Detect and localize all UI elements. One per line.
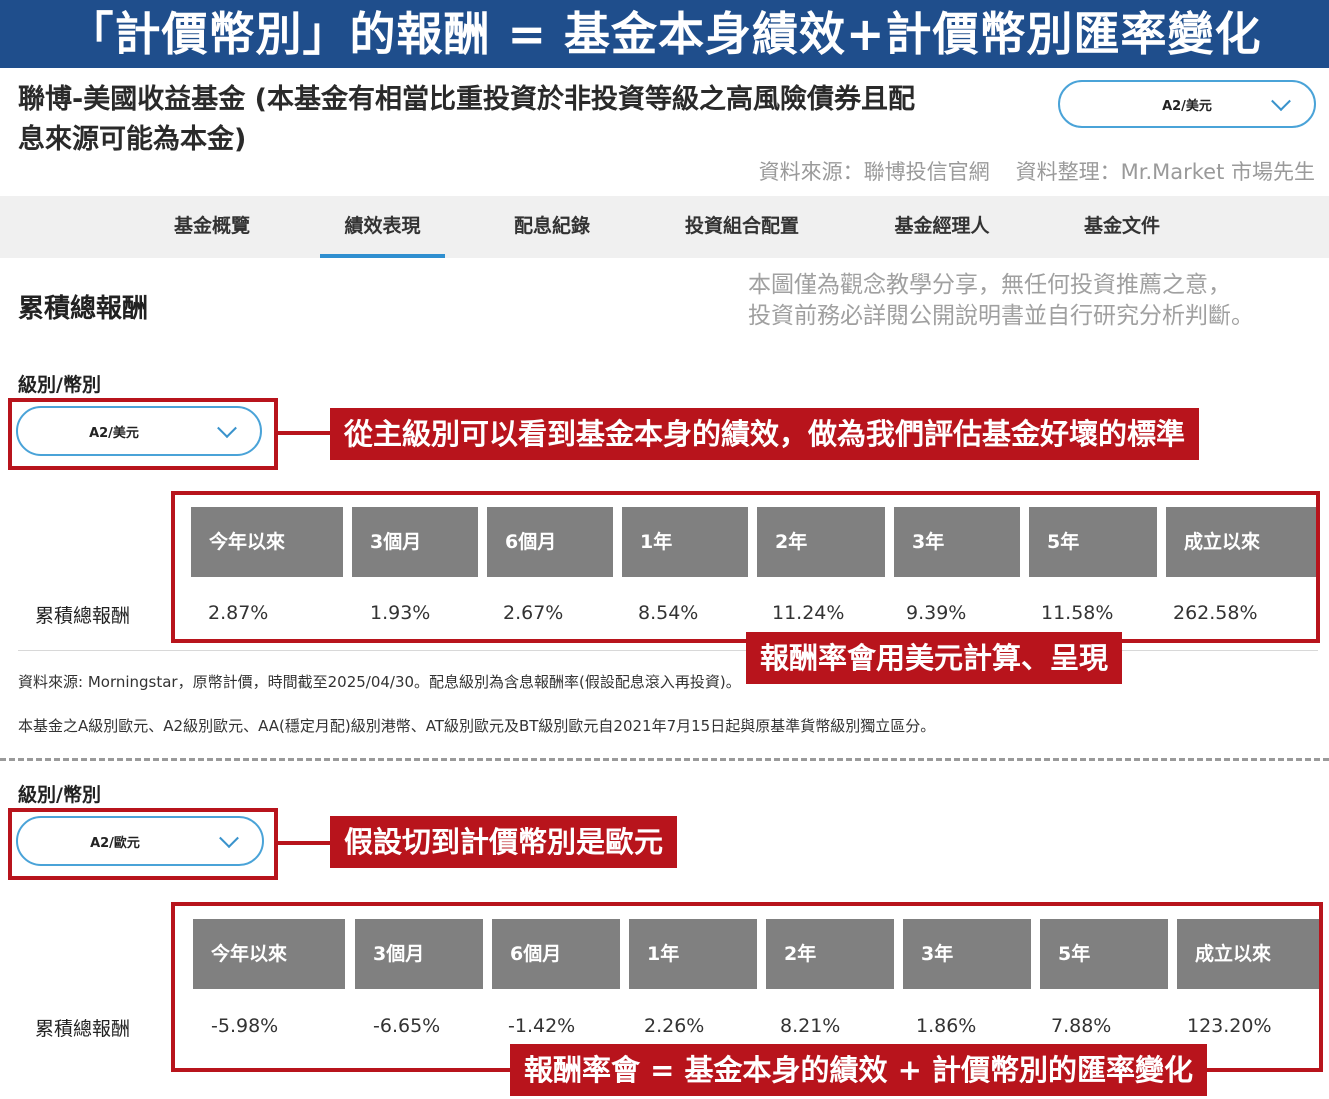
- tab-performance[interactable]: 績效表現: [320, 196, 445, 258]
- class-select-1[interactable]: A2/美元: [16, 406, 262, 456]
- header-2y: 2年: [757, 507, 885, 577]
- section-title: 累積總報酬: [18, 294, 149, 324]
- class-select-1-value: A2/美元: [89, 425, 139, 441]
- value-2y: 11.24%: [772, 602, 845, 624]
- value-5y: 7.88%: [1051, 1015, 1112, 1037]
- source-right: 資料整理：Mr.Market 市場先生: [1015, 160, 1315, 184]
- class-select-2[interactable]: A2/歐元: [16, 816, 264, 866]
- value-1y: 2.26%: [644, 1015, 705, 1037]
- class-select-2-value: A2/歐元: [90, 835, 140, 851]
- row-label-1: 累積總報酬: [35, 605, 131, 627]
- class-label-2: 級別/幣別: [18, 784, 101, 806]
- disclaimer-line2: 投資前務必詳閱公開說明書並自行研究分析判斷。: [748, 303, 1254, 329]
- header-3m: 3個月: [352, 507, 478, 577]
- header-6m: 6個月: [492, 919, 620, 989]
- header-1y: 1年: [629, 919, 757, 989]
- top-class-select[interactable]: A2/美元: [1058, 80, 1316, 128]
- value-3y: 9.39%: [906, 602, 967, 624]
- dashed-separator: [0, 758, 1329, 761]
- class-label-1: 級別/幣別: [18, 374, 101, 396]
- note-source: 資料來源: Morningstar，原幣計價，時間截至2025/04/30。配息…: [18, 673, 741, 691]
- banner-title: 「計價幣別」的報酬 = 基金本身績效+計價幣別匯率變化: [0, 0, 1329, 68]
- top-class-select-value: A2/美元: [1162, 98, 1212, 114]
- tab-bar: 基金概覽 績效表現 配息紀錄 投資組合配置 基金經理人 基金文件: [0, 196, 1329, 258]
- tab-managers[interactable]: 基金經理人: [882, 196, 1002, 258]
- chevron-down-icon: [1271, 91, 1291, 112]
- header-6m: 6個月: [487, 507, 613, 577]
- source-line: 資料來源：聯博投信官網 資料整理：Mr.Market 市場先生: [759, 156, 1315, 186]
- header-3y: 3年: [903, 919, 1031, 989]
- tab-documents[interactable]: 基金文件: [1072, 196, 1172, 258]
- disclaimer-line1: 本圖僅為觀念教學分享，無任何投資推薦之意，: [748, 272, 1231, 298]
- value-1y: 8.54%: [638, 602, 699, 624]
- connector-2: [278, 841, 330, 845]
- value-3m: -6.65%: [373, 1015, 441, 1037]
- tab-overview[interactable]: 基金概覽: [162, 196, 262, 258]
- source-left: 資料來源：聯博投信官網: [758, 160, 990, 184]
- fund-title: 聯博-美國收益基金 (本基金有相當比重投資於非投資等級之高風險債券且配 息來源可…: [18, 80, 1048, 160]
- header-3m: 3個月: [355, 919, 483, 989]
- tab-portfolio[interactable]: 投資組合配置: [672, 196, 812, 258]
- divider: [18, 650, 1318, 651]
- header-ytd: 今年以來: [191, 507, 343, 577]
- fund-title-line2: 息來源可能為本金): [18, 124, 247, 155]
- value-6m: -1.42%: [508, 1015, 576, 1037]
- callout-table-1: 報酬率會用美元計算、呈現: [746, 632, 1123, 684]
- header-1y: 1年: [622, 507, 748, 577]
- header-2y: 2年: [766, 919, 894, 989]
- fund-title-line1: 聯博-美國收益基金 (本基金有相當比重投資於非投資等級之高風險債券且配: [18, 84, 915, 115]
- value-inception: 123.20%: [1187, 1015, 1272, 1037]
- chevron-down-icon: [219, 828, 239, 849]
- header-5y: 5年: [1029, 507, 1157, 577]
- value-inception: 262.58%: [1173, 602, 1258, 624]
- value-3y: 1.86%: [916, 1015, 977, 1037]
- value-ytd: 2.87%: [208, 602, 269, 624]
- row-label-2: 累積總報酬: [35, 1018, 131, 1040]
- header-ytd: 今年以來: [193, 919, 345, 989]
- callout-table-2: 報酬率會 = 基金本身的績效 + 計價幣別的匯率變化: [510, 1044, 1207, 1096]
- disclaimer: 本圖僅為觀念教學分享，無任何投資推薦之意， 投資前務必詳閱公開說明書並自行研究分…: [748, 270, 1254, 332]
- value-5y: 11.58%: [1041, 602, 1114, 624]
- connector-1: [278, 431, 330, 435]
- tab-dividends[interactable]: 配息紀錄: [502, 196, 602, 258]
- header-inception: 成立以來: [1166, 507, 1316, 577]
- chevron-down-icon: [217, 418, 237, 439]
- value-3m: 1.93%: [370, 602, 431, 624]
- header-3y: 3年: [894, 507, 1020, 577]
- header-inception: 成立以來: [1177, 919, 1319, 989]
- callout-select-1: 從主級別可以看到基金本身的績效，做為我們評估基金好壞的標準: [330, 408, 1200, 460]
- value-2y: 8.21%: [780, 1015, 841, 1037]
- value-ytd: -5.98%: [211, 1015, 279, 1037]
- note-class: 本基金之A級別歐元、A2級別歐元、AA(穩定月配)級別港幣、AT級別歐元及BT級…: [18, 717, 936, 735]
- value-6m: 2.67%: [503, 602, 564, 624]
- callout-select-2: 假設切到計價幣別是歐元: [330, 816, 678, 868]
- header-5y: 5年: [1040, 919, 1168, 989]
